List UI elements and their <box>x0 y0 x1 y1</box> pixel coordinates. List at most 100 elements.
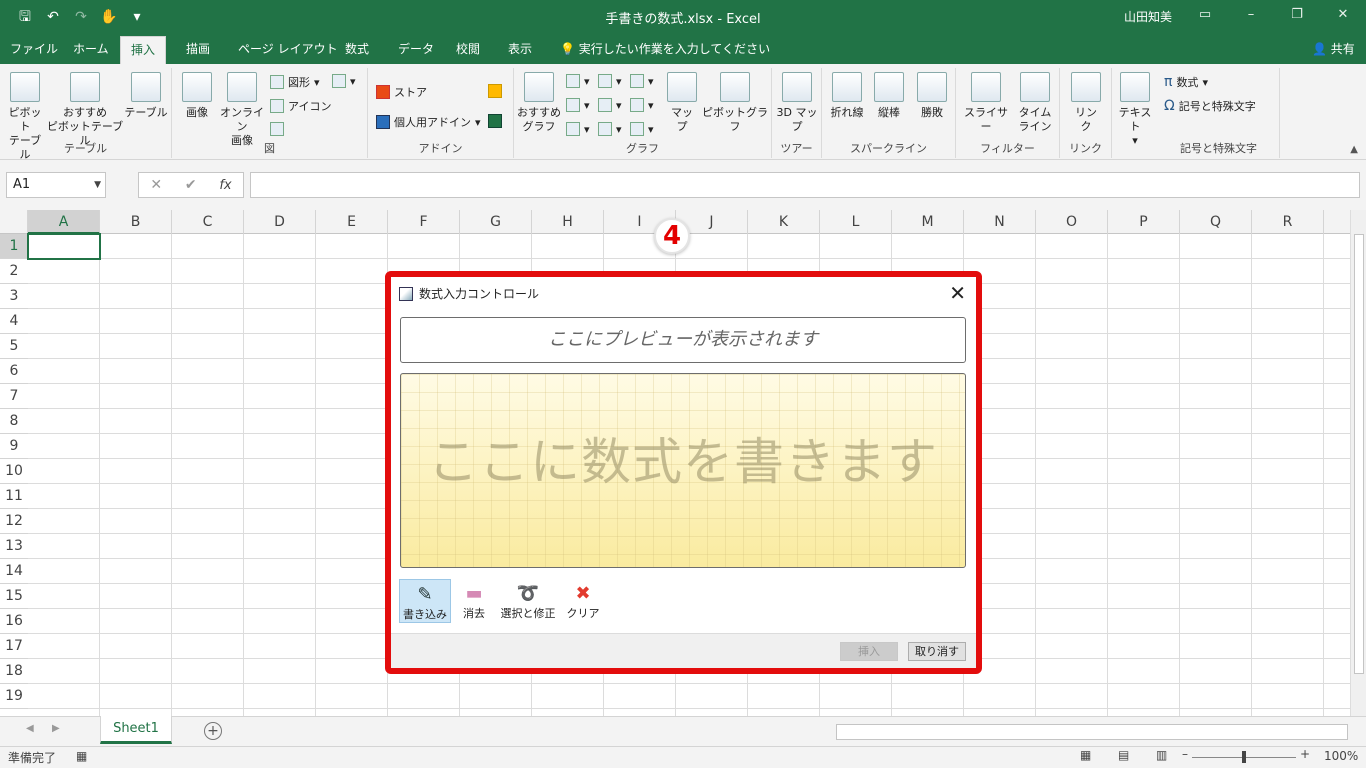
collapse-ribbon-icon[interactable]: ▲ <box>1350 144 1358 155</box>
chevron-down-icon[interactable]: ▼ <box>94 173 101 197</box>
people-graph-button[interactable] <box>488 114 502 128</box>
row-header-2[interactable]: 2 <box>0 259 28 284</box>
recommended-pivot-button[interactable]: おすすめ ピボットテーブル <box>46 72 124 148</box>
tab-file[interactable]: ファイル <box>0 36 68 64</box>
row-header-4[interactable]: 4 <box>0 309 28 334</box>
normal-view-icon[interactable]: ▦ <box>1080 748 1091 762</box>
cancel-button[interactable]: 取り消す <box>908 642 966 661</box>
combo-chart-button[interactable]: ▾ <box>630 98 654 112</box>
tab-review[interactable]: 校閲 <box>446 36 490 64</box>
timeline-button[interactable]: タイム ライン <box>1014 72 1056 134</box>
row-header-11[interactable]: 11 <box>0 484 28 509</box>
erase-tool-button[interactable]: ▬ 消去 <box>455 579 493 623</box>
column-header-d[interactable]: D <box>244 210 316 234</box>
share-button[interactable]: 👤 共有 <box>1312 36 1355 63</box>
row-header-5[interactable]: 5 <box>0 334 28 359</box>
sparkline-winloss-button[interactable]: 勝敗 <box>912 72 952 120</box>
waterfall-chart-button[interactable]: ▾ <box>630 74 654 88</box>
column-header-m[interactable]: M <box>892 210 964 234</box>
column-header-r[interactable]: R <box>1252 210 1324 234</box>
link-button[interactable]: リン ク <box>1066 72 1106 134</box>
sparkline-line-button[interactable]: 折れ線 <box>826 72 868 120</box>
equation-button[interactable]: π 数式 ▾ <box>1164 74 1208 90</box>
row-header-19[interactable]: 19 <box>0 684 28 709</box>
prev-sheet-icon[interactable]: ◀ <box>26 723 34 734</box>
column-header-b[interactable]: B <box>100 210 172 234</box>
minimize-icon[interactable]: – <box>1228 0 1274 30</box>
tab-draw[interactable]: 描画 <box>176 36 220 64</box>
icons-button[interactable]: アイコン <box>270 98 331 114</box>
clear-tool-button[interactable]: ✖ クリア <box>563 579 603 623</box>
restore-icon[interactable]: ❐ <box>1274 0 1320 30</box>
cancel-icon[interactable]: ✕ <box>150 177 162 193</box>
dialog-close-icon[interactable]: ✕ <box>949 281 966 305</box>
shapes-button[interactable]: 図形 ▾ <box>270 74 320 90</box>
row-header-14[interactable]: 14 <box>0 559 28 584</box>
sparkline-column-button[interactable]: 縦棒 <box>870 72 908 120</box>
formula-input[interactable] <box>250 172 1360 198</box>
store-button[interactable]: ストア <box>376 84 427 100</box>
page-break-view-icon[interactable]: ▥ <box>1156 748 1167 762</box>
active-cell[interactable] <box>27 233 101 260</box>
writing-pad[interactable]: ここに数式を書きます <box>400 373 966 568</box>
tell-me-box[interactable]: 💡 実行したい作業を入力してください <box>560 36 770 63</box>
line-chart-button[interactable]: ▾ <box>566 98 590 112</box>
column-header-f[interactable]: F <box>388 210 460 234</box>
smartart-button[interactable]: ▾ <box>332 74 356 88</box>
bing-maps-button[interactable] <box>488 84 502 98</box>
column-header-o[interactable]: O <box>1036 210 1108 234</box>
insert-button[interactable]: 挿入 <box>840 642 898 661</box>
column-header-e[interactable]: E <box>316 210 388 234</box>
symbol-button[interactable]: Ω 記号と特殊文字 <box>1164 98 1256 114</box>
row-header-9[interactable]: 9 <box>0 434 28 459</box>
radar-chart-button[interactable]: ▾ <box>630 122 654 136</box>
page-layout-view-icon[interactable]: ▤ <box>1118 748 1129 762</box>
recommended-charts-button[interactable]: おすすめ グラフ <box>516 72 562 134</box>
column-header-a[interactable]: A <box>28 210 100 234</box>
select-all-corner[interactable] <box>0 210 28 234</box>
tab-insert[interactable]: 挿入 <box>120 36 167 64</box>
scatter-chart-button[interactable]: ▾ <box>598 122 622 136</box>
horizontal-scrollbar[interactable] <box>836 724 1348 740</box>
tab-view[interactable]: 表示 <box>498 36 542 64</box>
column-header-c[interactable]: C <box>172 210 244 234</box>
zoom-slider[interactable] <box>1192 751 1296 763</box>
column-header-g[interactable]: G <box>460 210 532 234</box>
sheet-tab-sheet1[interactable]: Sheet1 <box>100 716 172 744</box>
slicer-button[interactable]: スライサー <box>960 72 1012 134</box>
write-tool-button[interactable]: ✎ 書き込み <box>399 579 451 623</box>
column-header-n[interactable]: N <box>964 210 1036 234</box>
select-correct-tool-button[interactable]: ➰ 選択と修正 <box>497 579 559 623</box>
my-addins-button[interactable]: 個人用アドイン ▾ <box>376 114 481 130</box>
user-name[interactable]: 山田知美 <box>1124 8 1172 25</box>
column-header-p[interactable]: P <box>1108 210 1180 234</box>
column-chart-button[interactable]: ▾ <box>566 74 590 88</box>
column-header-k[interactable]: K <box>748 210 820 234</box>
name-box[interactable]: A1 ▼ <box>6 172 106 198</box>
tab-page-layout[interactable]: ページ レイアウト <box>228 36 348 64</box>
row-header-13[interactable]: 13 <box>0 534 28 559</box>
screenshot-button[interactable] <box>270 122 284 136</box>
ribbon-display-options-icon[interactable]: ▭ <box>1182 0 1228 30</box>
macro-record-icon[interactable]: ▦ <box>76 749 87 763</box>
pivot-chart-button[interactable]: ピボットグラフ <box>702 72 768 134</box>
vertical-scrollbar[interactable] <box>1350 210 1366 716</box>
close-window-icon[interactable]: ✕ <box>1320 0 1366 30</box>
tab-home[interactable]: ホーム <box>63 36 119 64</box>
column-header-h[interactable]: H <box>532 210 604 234</box>
insert-function-button[interactable]: fx <box>219 178 231 193</box>
column-header-q[interactable]: Q <box>1180 210 1252 234</box>
row-header-10[interactable]: 10 <box>0 459 28 484</box>
row-header-3[interactable]: 3 <box>0 284 28 309</box>
zoom-level[interactable]: 100% <box>1324 749 1358 763</box>
enter-icon[interactable]: ✔ <box>185 177 197 193</box>
row-header-1[interactable]: 1 <box>0 234 28 259</box>
map-chart-button[interactable]: マッ プ <box>664 72 700 134</box>
zoom-slider-knob[interactable] <box>1242 751 1246 763</box>
online-picture-button[interactable]: オンライン 画像 <box>216 72 268 148</box>
row-header-15[interactable]: 15 <box>0 584 28 609</box>
pie-chart-button[interactable]: ▾ <box>566 122 590 136</box>
tab-data[interactable]: データ <box>388 36 444 64</box>
row-header-12[interactable]: 12 <box>0 509 28 534</box>
text-button[interactable]: テキスト ▾ <box>1114 72 1156 148</box>
